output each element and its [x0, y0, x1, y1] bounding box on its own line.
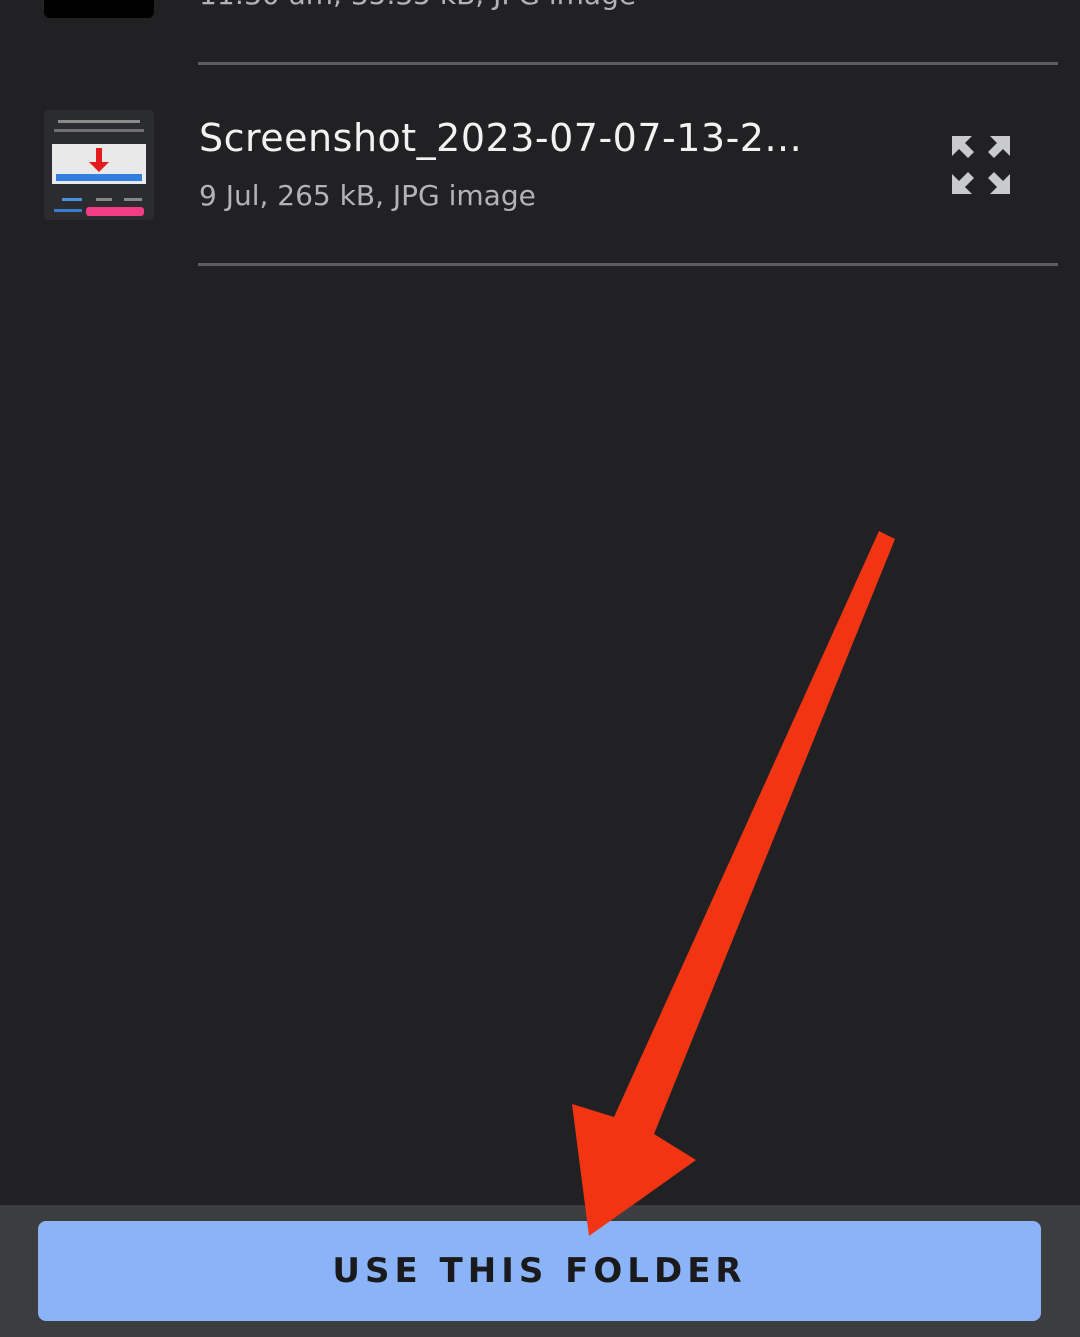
- file-meta: 9 Jul, 265 kB, JPG image: [199, 179, 536, 212]
- file-list-item[interactable]: Screenshot_2023-07-07-13-2... 9 Jul, 265…: [0, 64, 1080, 264]
- file-list-item[interactable]: 11:30 am, 35.35 kB, JPG image: [0, 0, 1080, 64]
- file-meta: 11:30 am, 35.35 kB, JPG image: [199, 0, 636, 11]
- file-name: Screenshot_2023-07-07-13-2...: [199, 116, 803, 160]
- file-thumbnail: [44, 110, 154, 220]
- expand-icon[interactable]: [940, 124, 1022, 206]
- divider: [198, 263, 1058, 266]
- file-picker-screen: 11:30 am, 35.35 kB, JPG image Screenshot…: [0, 0, 1080, 1337]
- file-thumbnail: [44, 0, 154, 18]
- use-this-folder-button[interactable]: USE THIS FOLDER: [38, 1221, 1041, 1321]
